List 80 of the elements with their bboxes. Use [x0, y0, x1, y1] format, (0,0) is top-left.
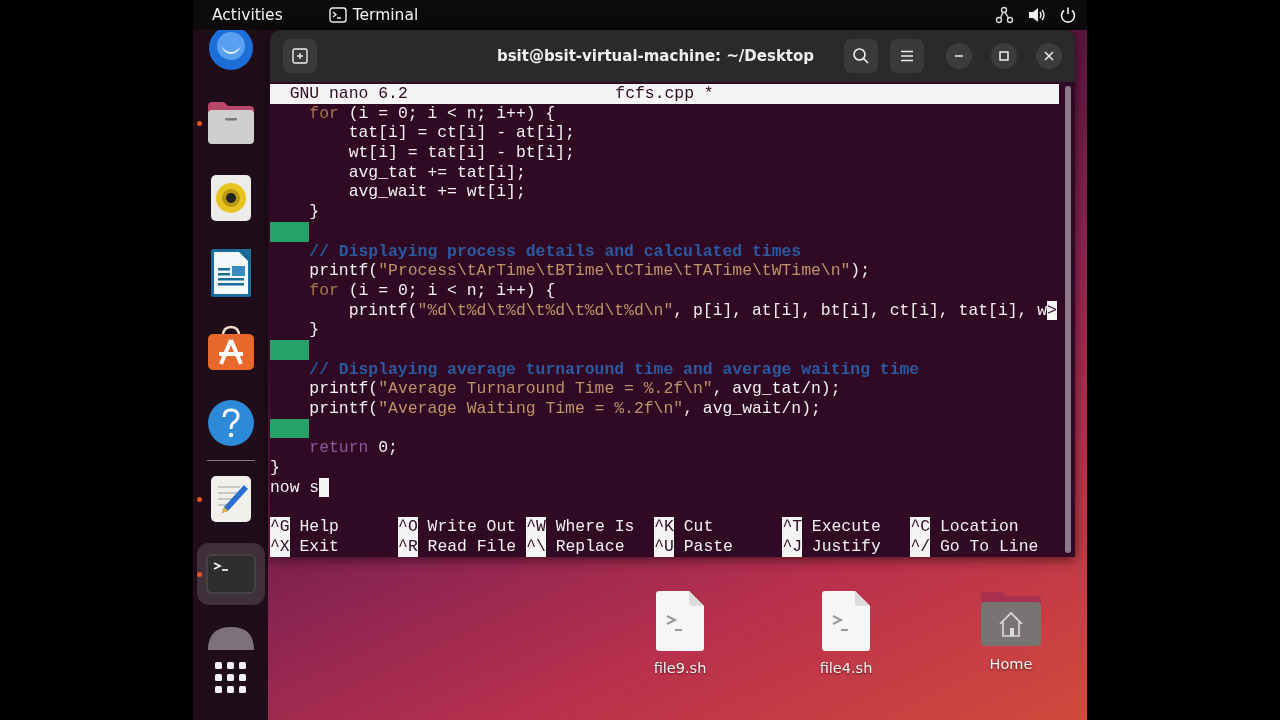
code-line: } [308, 202, 320, 222]
menu-button[interactable] [890, 39, 924, 73]
shortcut-key: ^X [270, 536, 290, 557]
plus-icon [292, 48, 308, 64]
code-line: for (i = 0; i < n; i++) { [308, 103, 556, 124]
shortcut-label: Replace [555, 536, 625, 557]
maximize-icon [999, 51, 1009, 61]
shortcut-label: Paste [683, 536, 733, 557]
code-line: for (i = 0; i < n; i++) { [308, 280, 556, 301]
file-label[interactable]: Home [989, 656, 1033, 672]
search-button[interactable] [844, 39, 878, 73]
code-line: printf("Average Waiting Time = %.2f\n", avg_wait/n); [308, 399, 821, 419]
code-line: return 0; [308, 438, 398, 459]
shortcut-key: ^G [270, 517, 290, 537]
close-icon [1044, 51, 1054, 61]
code-line: tat[i] = ct[i] - at[i]; [347, 123, 575, 144]
editor-version: GNU nano 6.2 [288, 84, 409, 104]
code-line: // Displaying process details and calculated times [308, 241, 802, 262]
shortcut-key: ^K [654, 517, 674, 537]
network-icon[interactable] [995, 6, 1015, 24]
code-line: } [308, 320, 320, 340]
app-grid-icon[interactable] [215, 662, 246, 693]
shortcut-label: Go To Line [939, 536, 1039, 557]
activities-button[interactable]: Activities [212, 6, 283, 24]
shortcut-key: ^O [398, 517, 418, 537]
app-icon[interactable] [206, 624, 255, 650]
code-line: avg_wait += wt[i]; [347, 182, 526, 203]
shortcut-label: Exit [299, 536, 339, 557]
document-icon[interactable] [209, 247, 252, 298]
folder-icon[interactable] [205, 99, 256, 146]
shortcut-key: ^C [910, 517, 931, 537]
file-label[interactable]: file9.sh [653, 660, 707, 676]
shortcut-label: Location [939, 517, 1019, 537]
home-folder-icon[interactable] [980, 590, 1042, 648]
power-icon[interactable] [1059, 6, 1077, 24]
app-menu-button[interactable]: Terminal [352, 6, 419, 24]
code-line: printf("Process\tArTime\tBTime\tCTime\tTATime\tWTime\n"); [308, 261, 871, 281]
window-title: bsit@bsit-virtual-machine: ~/Desktop [495, 47, 816, 65]
maximize-button[interactable] [991, 43, 1017, 69]
code-line: printf("Average Turnaround Time = %.2f\n", avg_tat/n); [308, 379, 841, 399]
text-editor-icon[interactable] [209, 474, 252, 523]
shortcut-key: ^J [782, 536, 803, 557]
menu-icon [900, 50, 914, 62]
shortcut-key: ^R [398, 536, 418, 557]
new-tab-button[interactable] [283, 39, 317, 73]
code-line: printf("%d\t%d\t%d\t%d\t%d\t%d\n", p[i], at[i], bt[i], ct[i], tat[i], w> [347, 300, 1057, 321]
shortcut-key: ^T [782, 517, 803, 537]
search-icon [852, 47, 870, 65]
shortcut-label: Justify [811, 536, 881, 557]
file-label[interactable]: file4.sh [819, 660, 873, 676]
close-button[interactable] [1036, 43, 1062, 69]
volume-icon[interactable] [1027, 6, 1047, 24]
minimize-icon [954, 55, 964, 57]
shortcut-key: ^W [526, 517, 546, 537]
code-line: wt[i] = tat[i] - bt[i]; [347, 143, 575, 163]
shortcut-key: ^U [654, 536, 674, 557]
code-line: // Displaying average turnaround time and average waiting time [308, 359, 920, 380]
code-line: now s [270, 477, 320, 498]
shortcut-label: Read File [427, 536, 517, 557]
shortcut-label: Where Is [555, 517, 635, 537]
shortcut-label: Write Out [427, 517, 517, 537]
whitespace-marker [270, 339, 310, 360]
shopping-bag-icon[interactable] [206, 323, 255, 372]
script-file-icon[interactable] [655, 590, 705, 652]
speaker-icon[interactable] [209, 173, 252, 222]
file-name: fcfs.cpp * [615, 84, 714, 104]
script-file-icon[interactable] [821, 590, 871, 652]
whitespace-marker [270, 418, 310, 439]
shortcut-key: ^\ [526, 536, 546, 557]
minimize-button[interactable] [946, 43, 972, 69]
code-line: } [270, 458, 280, 478]
shortcut-label: Help [299, 517, 339, 537]
shortcut-key: ^/ [910, 536, 931, 557]
code-line: avg_tat += tat[i]; [347, 162, 526, 183]
whitespace-marker [270, 221, 310, 242]
terminal-icon [328, 7, 347, 23]
shortcut-label: Cut [683, 517, 714, 537]
shortcut-label: Execute [811, 517, 881, 537]
browser-icon[interactable] [206, 30, 255, 72]
help-icon[interactable] [206, 398, 255, 447]
